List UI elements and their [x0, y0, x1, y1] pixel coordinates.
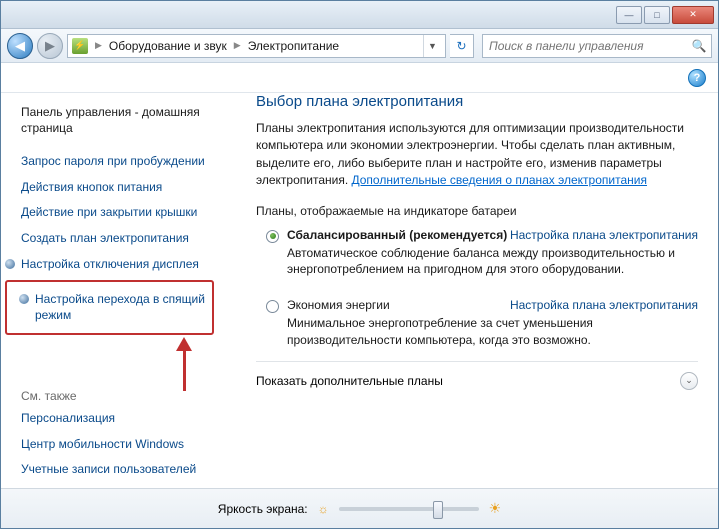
slider-thumb[interactable] [433, 501, 443, 519]
plan-saver-desc: Минимальное энергопотребление за счет ум… [287, 315, 698, 349]
maximize-button[interactable]: □ [644, 6, 670, 24]
sidebar-item-password[interactable]: Запрос пароля при пробуждении [21, 150, 214, 174]
plan-balanced-settings-link[interactable]: Настройка плана электропитания [510, 228, 698, 242]
search-input[interactable] [483, 39, 687, 53]
help-row: ? [1, 63, 718, 93]
sidebar-item-sleep[interactable]: Настройка перехода в спящий режим [21, 288, 206, 327]
forward-button[interactable]: ▶ [37, 33, 63, 59]
sun-small-icon: ☼ [318, 502, 329, 516]
close-button[interactable]: ✕ [672, 6, 714, 24]
plan-balanced-title: Сбалансированный (рекомендуется) [287, 228, 507, 242]
search-icon[interactable]: 🔍 [687, 39, 711, 53]
plan-balanced-desc: Автоматическое соблюдение баланса между … [287, 245, 698, 279]
sidebar-also-personalization[interactable]: Персонализация [21, 407, 214, 431]
brightness-footer: Яркость экрана: ☼ ☀ [1, 488, 718, 528]
sidebar-item-create-plan[interactable]: Создать план электропитания [21, 227, 214, 251]
address-dropdown[interactable]: ▼ [423, 35, 441, 57]
page-title: Выбор плана электропитания [256, 93, 698, 110]
minimize-button[interactable]: — [616, 6, 642, 24]
sidebar-home[interactable]: Панель управления - домашняя страница [21, 101, 214, 140]
back-button[interactable]: ◀ [7, 33, 33, 59]
sidebar-item-display-off[interactable]: Настройка отключения дисплея [7, 253, 214, 277]
breadcrumb-hardware[interactable]: Оборудование и звук [109, 39, 227, 53]
main-content: Выбор плана электропитания Планы электро… [226, 93, 718, 490]
chevron-right-icon: ▶ [92, 40, 105, 51]
radio-balanced[interactable] [266, 230, 279, 243]
sidebar-item-lid[interactable]: Действие при закрытии крышки [21, 201, 214, 225]
plan-saver-settings-link[interactable]: Настройка плана электропитания [510, 298, 698, 312]
page-description: Планы электропитания используются для оп… [256, 120, 698, 190]
breadcrumb-power[interactable]: Электропитание [248, 39, 339, 53]
address-bar[interactable]: ⚡ ▶ Оборудование и звук ▶ Электропитание… [67, 34, 446, 58]
sidebar: Панель управления - домашняя страница За… [1, 93, 226, 490]
arrow-annotation [176, 337, 192, 391]
more-info-link[interactable]: Дополнительные сведения о планах электро… [352, 173, 647, 187]
chevron-right-icon: ▶ [231, 40, 244, 51]
chevron-down-icon[interactable]: ⌄ [680, 372, 698, 390]
brightness-label: Яркость экрана: [218, 502, 308, 516]
refresh-button[interactable]: ↻ [450, 34, 474, 58]
divider [256, 361, 698, 362]
sidebar-also-mobility[interactable]: Центр мобильности Windows [21, 433, 214, 457]
sun-big-icon: ☀ [489, 500, 502, 517]
help-icon[interactable]: ? [688, 69, 706, 87]
plans-section-label: Планы, отображаемые на индикаторе батаре… [256, 204, 698, 218]
brightness-slider[interactable] [339, 507, 479, 511]
control-panel-icon: ⚡ [72, 38, 88, 54]
show-more-plans[interactable]: Показать дополнительные планы ⌄ [256, 368, 698, 394]
sidebar-also-accounts[interactable]: Учетные записи пользователей [21, 458, 214, 482]
nav-toolbar: ◀ ▶ ⚡ ▶ Оборудование и звук ▶ Электропит… [1, 29, 718, 63]
show-more-label: Показать дополнительные планы [256, 374, 443, 388]
plan-saver: Экономия энергии Настройка плана электро… [256, 298, 698, 349]
radio-saver[interactable] [266, 300, 279, 313]
plan-saver-title: Экономия энергии [287, 298, 390, 312]
plan-balanced: Сбалансированный (рекомендуется) Настрой… [256, 228, 698, 279]
search-box[interactable]: 🔍 [482, 34, 712, 58]
window-titlebar: — □ ✕ [1, 1, 718, 29]
highlight-annotation: Настройка перехода в спящий режим [5, 280, 214, 335]
sidebar-item-power-buttons[interactable]: Действия кнопок питания [21, 176, 214, 200]
content-body: Панель управления - домашняя страница За… [1, 93, 718, 490]
